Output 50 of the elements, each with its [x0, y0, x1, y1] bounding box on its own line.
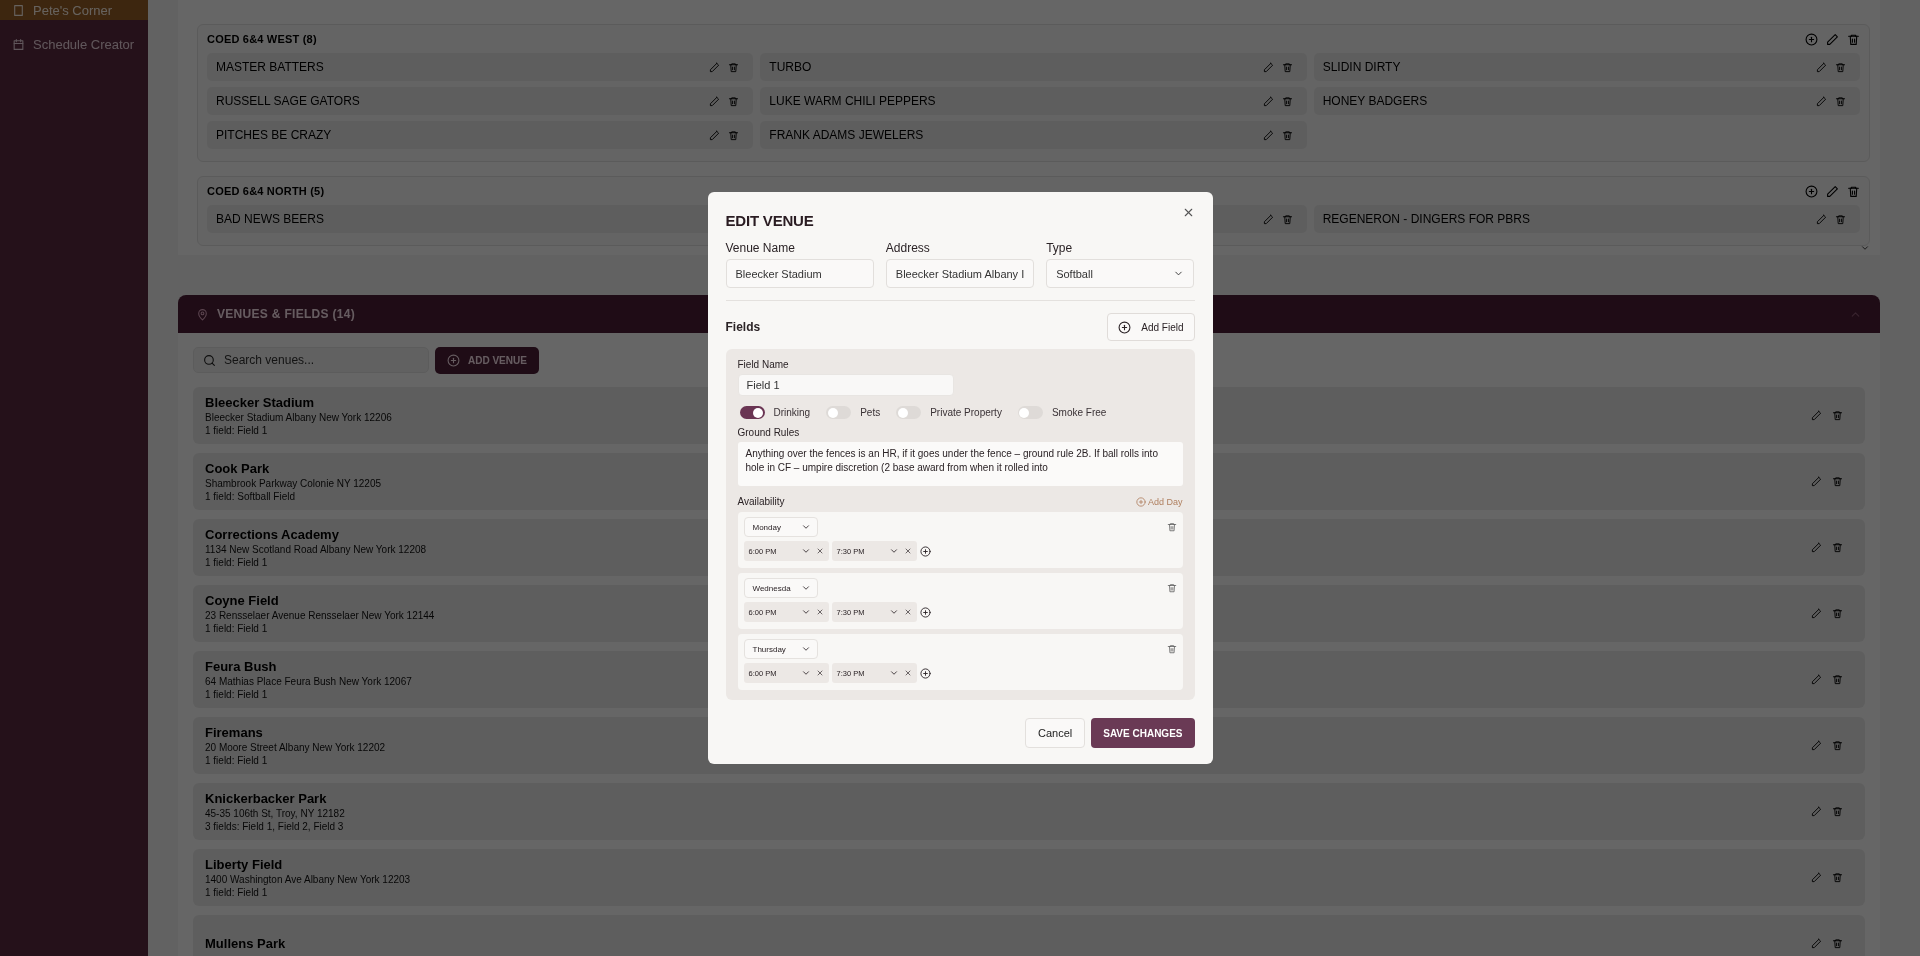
toggle-label: Drinking: [773, 407, 811, 418]
team-name: REGENERON - DINGERS FOR PBRS: [1322, 212, 1530, 226]
section-title: Fields: [725, 320, 761, 334]
venue-address: 1400 Washington Ave Albany New York 12203: [205, 874, 411, 885]
team-name: LUKE WARM CHILI PEPPERS: [769, 94, 936, 108]
field-label: Venue Name: [725, 241, 796, 255]
venue-fields: 1 field: Field 1: [205, 755, 268, 766]
team-name: TURBO: [769, 60, 812, 74]
field-label: Address: [885, 241, 931, 255]
venue-name: Corrections Academy: [205, 527, 339, 542]
venue-address: Bleecker Stadium Albany New York 12206: [205, 412, 392, 423]
team-name: PITCHES BE CRAZY: [216, 128, 332, 142]
field-label: Type: [1046, 241, 1074, 255]
venue-name: Feura Bush: [205, 659, 277, 674]
team-name: FRANK ADAMS JEWELERS: [769, 128, 924, 142]
field-label: Field Name: [737, 359, 790, 370]
field-label: Ground Rules: [737, 427, 801, 438]
dialog-title: EDIT VENUE: [725, 212, 814, 229]
team-name: HONEY BADGERS: [1322, 94, 1428, 108]
venue-name: Cook Park: [205, 461, 270, 476]
venue-fields: 3 fields: Field 1, Field 2, Field 3: [205, 821, 344, 832]
venue-name: Knickerbacker Park: [205, 791, 327, 806]
venue-name: Coyne Field: [205, 593, 279, 608]
venue-address: 45-35 106th St, Troy, NY 12182: [205, 808, 345, 819]
venue-fields: 1 field: Field 1: [205, 689, 268, 700]
division-title: COED 6&4 NORTH (5): [207, 185, 325, 197]
team-name: MASTER BATTERS: [216, 60, 324, 74]
venue-address: 64 Mathias Place Feura Bush New York 12067: [205, 676, 412, 687]
venues-title: VENUES & FIELDS (14): [217, 307, 356, 321]
division-title: COED 6&4 WEST (8): [207, 33, 317, 45]
venue-fields: 1 field: Softball Field: [205, 491, 296, 502]
venue-address: Shambrook Parkway Colonie NY 12205: [205, 478, 382, 489]
venue-address: 23 Rensselaer Avenue Rensselaer New York 12144: [205, 610, 435, 621]
venue-name: Bleecker Stadium: [205, 395, 315, 410]
team-name: BAD NEWS BEERS: [216, 212, 325, 226]
venue-address: 1134 New Scotland Road Albany New York 12208: [205, 544, 427, 555]
toggle-label: Pets: [860, 407, 881, 418]
venue-address: 20 Moore Street Albany New York 12202: [205, 742, 386, 753]
team-name: RUSSELL SAGE GATORS: [216, 94, 360, 108]
venue-fields: 1 field: Field 1: [205, 623, 268, 634]
venue-fields: 1 field: Field 1: [205, 887, 268, 898]
toggle-label: Smoke Free: [1051, 407, 1107, 418]
team-name: SLIDIN DIRTY: [1322, 60, 1401, 74]
venue-name: Mullens Park: [205, 936, 286, 951]
venue-fields: 1 field: Field 1: [205, 425, 268, 436]
field-label: Availability: [737, 496, 785, 507]
venue-name: Firemans: [205, 725, 263, 740]
venue-fields: 1 field: Field 1: [205, 557, 268, 568]
venue-name: Liberty Field: [205, 857, 283, 872]
toggle-label: Private Property: [930, 407, 1002, 418]
